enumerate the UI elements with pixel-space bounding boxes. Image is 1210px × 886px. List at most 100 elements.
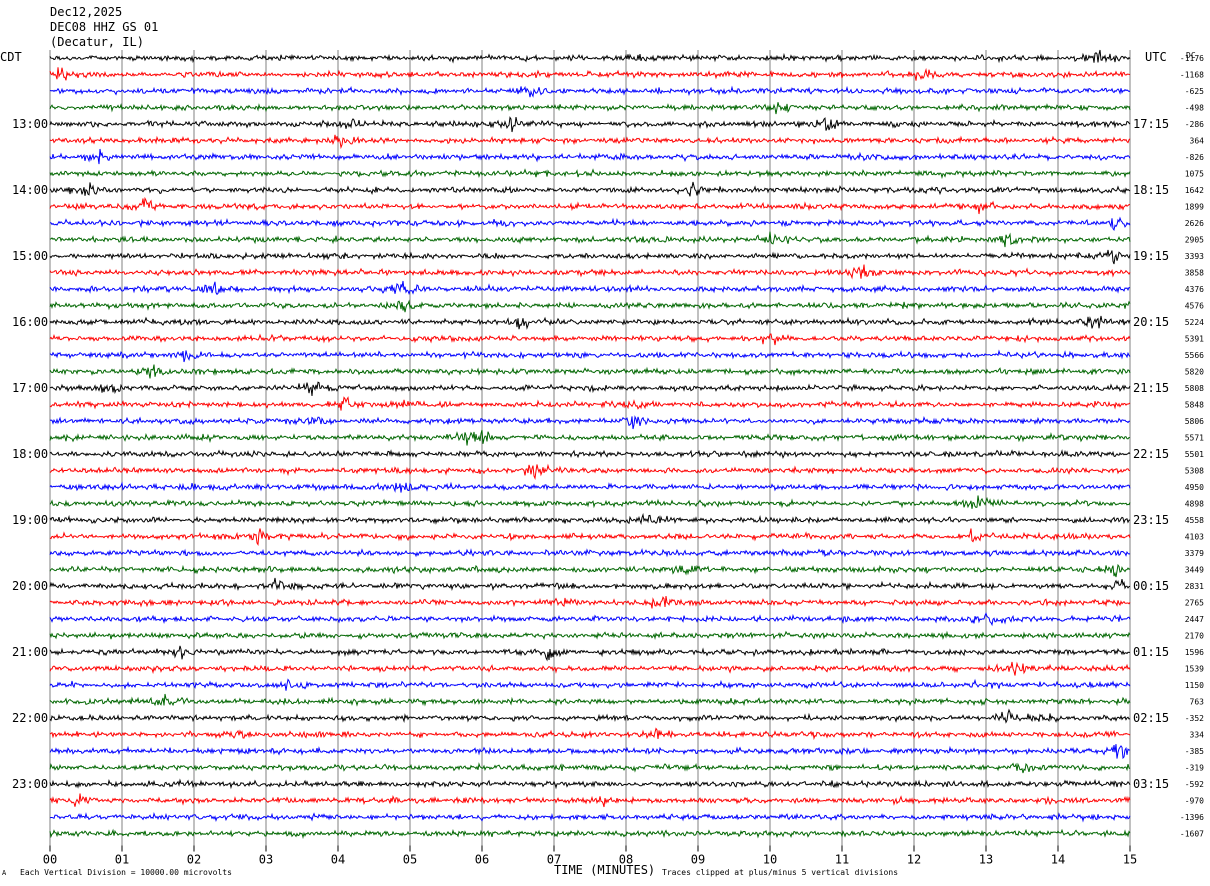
dc-offset-label: 5806: [1185, 417, 1204, 426]
trace-27: [49, 495, 1131, 509]
x-tick-label: 06: [475, 853, 489, 867]
dc-offset-label: -1176: [1180, 54, 1204, 63]
trace-44: [49, 778, 1131, 790]
dc-offset-label: 5308: [1185, 467, 1204, 476]
dc-offset-label: 3379: [1185, 549, 1204, 558]
trace-24: [49, 449, 1131, 460]
trace-29: [49, 528, 1131, 547]
dc-offset-label: -385: [1185, 747, 1204, 756]
left-hour-label: 14:00: [12, 183, 48, 197]
dc-offset-label: 5820: [1185, 368, 1204, 377]
trace-14: [49, 280, 1131, 296]
dc-offset-label: -319: [1185, 764, 1204, 773]
dc-offset-label: 4103: [1185, 533, 1204, 542]
dc-offset-label: 1596: [1185, 648, 1204, 657]
dc-offset-label: 5566: [1185, 351, 1204, 360]
trace-8: [49, 181, 1131, 197]
dc-offset-label: 5224: [1185, 318, 1204, 327]
dc-offset-label: 4898: [1185, 500, 1204, 509]
trace-13: [49, 264, 1131, 280]
dc-offset-label: -498: [1185, 104, 1204, 113]
dc-offset-label: 334: [1190, 731, 1205, 740]
dc-offset-label: 4950: [1185, 483, 1204, 492]
x-tick-label: 03: [259, 853, 273, 867]
trace-31: [49, 563, 1131, 578]
left-hour-label: 18:00: [12, 447, 48, 461]
right-hour-label: 23:15: [1133, 513, 1169, 527]
dc-offset-label: 1075: [1185, 170, 1204, 179]
x-tick-label: 12: [907, 853, 921, 867]
trace-46: [49, 812, 1131, 823]
trace-47: [49, 828, 1131, 840]
dc-offset-label: 4576: [1185, 302, 1204, 311]
x-tick-label: 11: [835, 853, 849, 867]
x-tick-label: 01: [115, 853, 129, 867]
dc-offset-label: -1168: [1180, 71, 1204, 80]
right-hour-label: 00:15: [1133, 579, 1169, 593]
dc-offset-label: -625: [1185, 87, 1204, 96]
x-axis-title: TIME (MINUTES): [554, 863, 656, 877]
dc-offset-label: -592: [1185, 780, 1204, 789]
trace-9: [49, 196, 1131, 215]
trace-20: [49, 381, 1131, 397]
trace-19: [49, 364, 1131, 379]
dc-offset-label: -1607: [1180, 830, 1204, 839]
right-hour-label: 18:15: [1133, 183, 1169, 197]
trace-18: [49, 349, 1131, 363]
trace-2: [49, 85, 1131, 98]
trace-12: [49, 249, 1131, 265]
trace-41: [49, 727, 1131, 741]
dc-offset-label: 1642: [1185, 186, 1204, 195]
dc-offset-label: 5848: [1185, 401, 1204, 410]
scale-note: Each Vertical Division = 10000.00 microv…: [20, 868, 232, 877]
trace-3: [49, 102, 1131, 115]
dc-offset-label: 1150: [1185, 681, 1204, 690]
dc-offset-label: 4558: [1185, 516, 1204, 525]
dc-offset-label: 2831: [1185, 582, 1204, 591]
trace-32: [49, 577, 1131, 592]
dc-offset-label: 4376: [1185, 285, 1204, 294]
x-tick-label: 15: [1123, 853, 1137, 867]
dc-offset-label: 5808: [1185, 384, 1204, 393]
dc-offset-label: -826: [1185, 153, 1204, 162]
trace-43: [49, 762, 1131, 774]
dc-offset-label: 1899: [1185, 203, 1204, 212]
dc-offset-label: 3393: [1185, 252, 1204, 261]
trace-6: [49, 148, 1131, 165]
clip-note: Traces clipped at plus/minus 5 vertical …: [662, 868, 899, 877]
right-hour-label: 19:15: [1133, 249, 1169, 263]
left-hour-label: 21:00: [12, 645, 48, 659]
trace-1: [49, 67, 1131, 81]
left-hour-label: 22:00: [12, 711, 48, 725]
left-hour-label: 15:00: [12, 249, 48, 263]
left-hour-label: 16:00: [12, 315, 48, 329]
trace-34: [49, 612, 1131, 627]
trace-10: [49, 216, 1131, 232]
helicorder-plot: 00 01 02 03 04 05 06 07 08 09 10 11 12 13 14 15-1176-11…: [12, 49, 1204, 867]
x-tick-label: 10: [763, 853, 777, 867]
left-hour-label: 17:00: [12, 381, 48, 395]
dc-offset-label: -286: [1185, 120, 1204, 129]
trace-23: [49, 429, 1131, 446]
dc-offset-label: 2170: [1185, 632, 1204, 641]
trace-33: [49, 596, 1131, 609]
trace-17: [49, 333, 1131, 346]
trace-21: [49, 396, 1131, 411]
trace-11: [49, 231, 1131, 248]
seismic-traces: [49, 49, 1131, 840]
trace-42: [49, 744, 1131, 760]
trace-25: [49, 463, 1131, 480]
dc-offset-label: -970: [1185, 797, 1204, 806]
trace-15: [49, 299, 1131, 313]
x-tick-label: 09: [691, 853, 705, 867]
left-hour-label: 19:00: [12, 513, 48, 527]
axis-labels: 00 01 02 03 04 05 06 07 08 09 10 11 12 13 14 15-1176-11…: [12, 54, 1204, 867]
left-hour-label: 20:00: [12, 579, 48, 593]
dc-offset-label: 2765: [1185, 599, 1204, 608]
trace-36: [49, 645, 1130, 662]
trace-37: [49, 661, 1131, 676]
trace-28: [49, 512, 1131, 525]
left-hour-label: 23:00: [12, 777, 48, 791]
left-hour-label: 13:00: [12, 117, 48, 131]
dc-offset-label: 3858: [1185, 269, 1204, 278]
